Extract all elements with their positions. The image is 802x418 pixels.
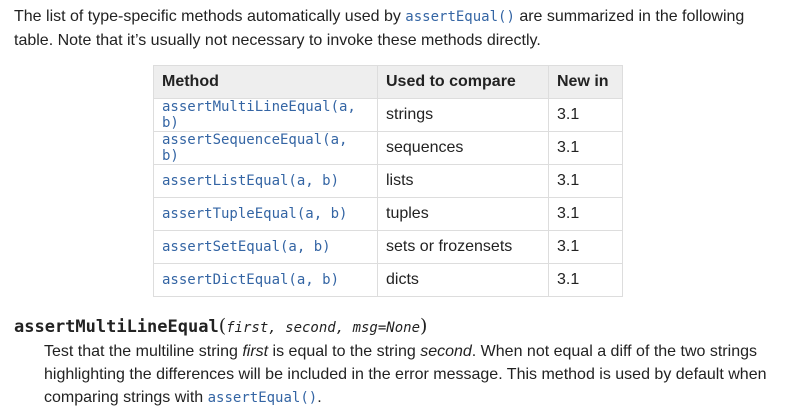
signature-close-paren: ): [420, 315, 428, 337]
header-new-in: New in: [548, 65, 623, 99]
signature-param-msg: msg=None: [352, 320, 421, 336]
description-emphasis-first: first: [242, 343, 269, 360]
signature-open-paren: (: [218, 315, 227, 337]
compare-cell: lists: [377, 164, 549, 198]
method-link[interactable]: assertMultiLineEqual(a, b): [153, 98, 378, 132]
compare-cell: strings: [377, 98, 549, 132]
new-in-cell: 3.1: [548, 197, 623, 231]
method-link[interactable]: assertSetEqual(a, b): [153, 230, 378, 264]
table-row: assertTupleEqual(a, b) tuples 3.1: [153, 197, 623, 231]
new-in-cell: 3.1: [548, 131, 623, 165]
table-header-row: Method Used to compare New in: [153, 65, 623, 99]
signature-separator: ,: [335, 320, 353, 336]
compare-cell: sequences: [377, 131, 549, 165]
method-link[interactable]: assertDictEqual(a, b): [153, 263, 378, 297]
table-row: assertMultiLineEqual(a, b) strings 3.1: [153, 98, 623, 132]
method-link[interactable]: assertTupleEqual(a, b): [153, 197, 378, 231]
header-method: Method: [153, 65, 378, 99]
table-row: assertSequenceEqual(a, b) sequences 3.1: [153, 131, 623, 165]
methods-table: Method Used to compare New in assertMult…: [153, 65, 623, 297]
new-in-cell: 3.1: [548, 164, 623, 198]
signature-separator: ,: [268, 320, 286, 336]
new-in-cell: 3.1: [548, 230, 623, 264]
header-used-to-compare: Used to compare: [377, 65, 549, 99]
description-emphasis-second: second: [420, 343, 472, 360]
method-link[interactable]: assertListEqual(a, b): [153, 164, 378, 198]
compare-cell: sets or frozensets: [377, 230, 549, 264]
signature-param-second: second: [285, 320, 336, 336]
intro-text-before: The list of type-specific methods automa…: [14, 8, 406, 25]
compare-cell: dicts: [377, 263, 549, 297]
compare-cell: tuples: [377, 197, 549, 231]
signature-param-first: first: [226, 320, 269, 336]
signature-name: assertMultiLineEqual: [14, 317, 219, 337]
description-text: .: [317, 389, 322, 406]
method-link[interactable]: assertSequenceEqual(a, b): [153, 131, 378, 165]
table-row: assertListEqual(a, b) lists 3.1: [153, 164, 623, 198]
assert-equal-link[interactable]: assertEqual(): [405, 9, 515, 25]
table-row: assertDictEqual(a, b) dicts 3.1: [153, 263, 623, 297]
new-in-cell: 3.1: [548, 98, 623, 132]
method-signature: assertMultiLineEqual(first, second, msg=…: [14, 312, 427, 342]
table-row: assertSetEqual(a, b) sets or frozensets …: [153, 230, 623, 264]
description-text: is equal to the string: [268, 343, 421, 360]
assert-equal-link[interactable]: assertEqual(): [208, 390, 318, 406]
intro-paragraph: The list of type-specific methods automa…: [14, 5, 784, 52]
new-in-cell: 3.1: [548, 263, 623, 297]
description-text: Test that the multiline string: [44, 343, 243, 360]
method-description: Test that the multiline string first is …: [44, 340, 784, 410]
